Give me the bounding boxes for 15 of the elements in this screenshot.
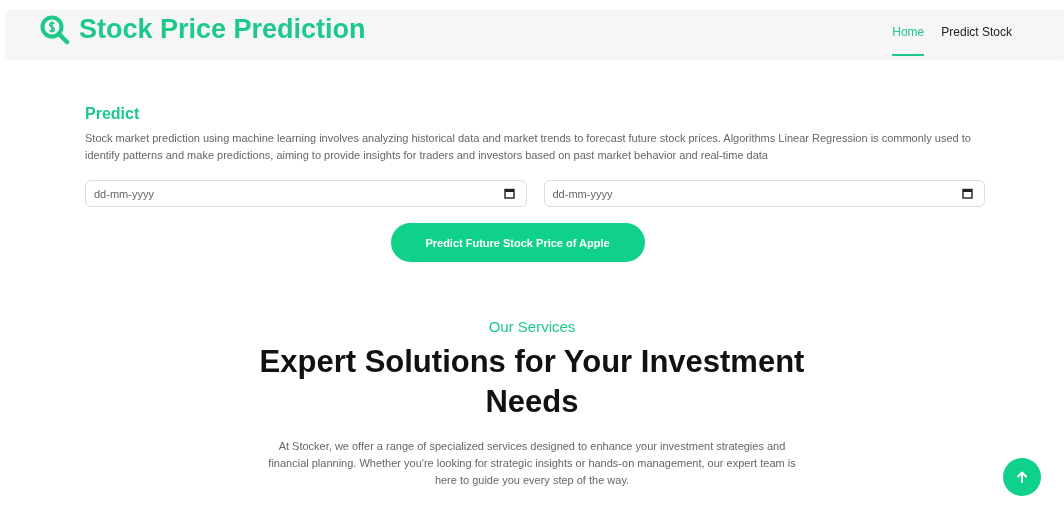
section-heading: Predict — [85, 105, 141, 123]
date-field[interactable]: dd-mm-yyyy — [543, 180, 985, 207]
section-title: Expert Solutions for Your Investment Needs — [258, 343, 806, 421]
calendar-icon[interactable] — [503, 188, 515, 199]
section-eyebrow: Our Services — [487, 318, 577, 335]
magnifier-dollar-icon — [40, 14, 70, 45]
date-field[interactable]: dd-mm-yyyy — [85, 180, 527, 207]
calendar-icon[interactable] — [962, 188, 973, 199]
arrow-up-icon — [1016, 471, 1028, 483]
description: Stock market prediction using machine learning involves analyzing historical data and market trends to forecast future stock prices. Algorithms Linear Regression is commonly used to identify patterns and make predictions, aiming to provide insights for traders and investors based on past market behavior and real-time data — [85, 131, 972, 163]
predict-button[interactable]: Predict Future Stock Price of Apple — [390, 223, 645, 262]
brand-title[interactable]: Stock Price Prediction — [79, 14, 366, 45]
services-description: At Stocker, we offer a range of specialized services designed to enhance your investment strategies and financial planning. Whether you're looking for strategic insights or hands-on management, our expert team is here to guide you every step of the way. — [267, 439, 797, 488]
nav-link[interactable]: Home — [892, 25, 925, 56]
nav-link[interactable]: Predict Stock — [941, 25, 1012, 56]
